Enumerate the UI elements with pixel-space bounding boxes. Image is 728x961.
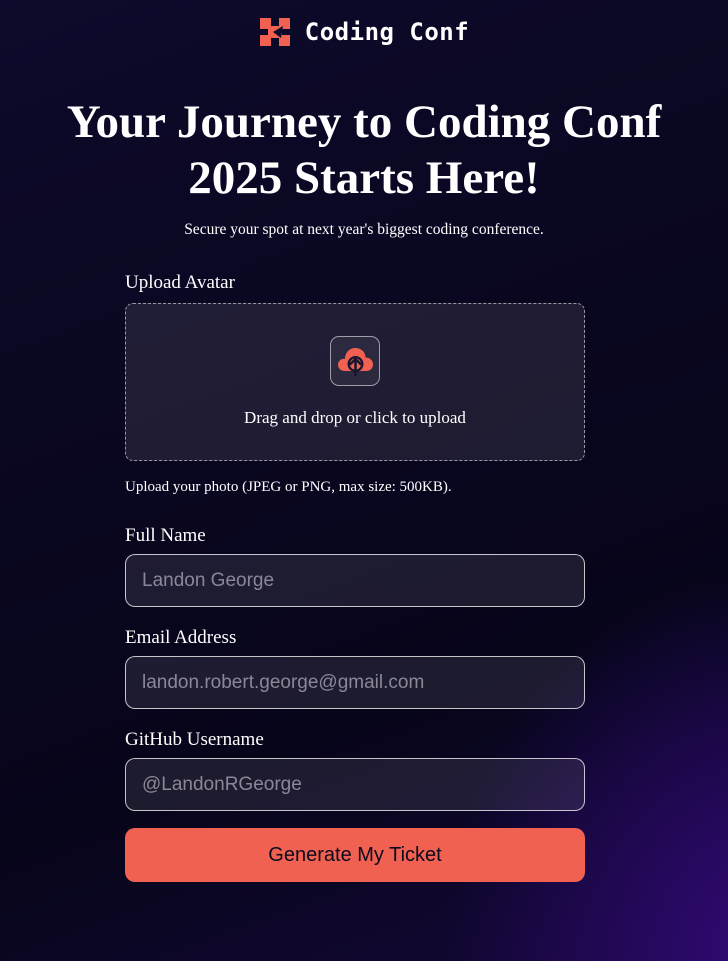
coding-conf-logo-icon [259, 18, 290, 46]
email-input[interactable] [125, 656, 585, 709]
github-label: GitHub Username [125, 729, 264, 750]
full-name-input[interactable] [125, 554, 585, 607]
dropzone-text: Drag and drop or click to upload [244, 408, 466, 427]
brand-name: Coding Conf [304, 18, 470, 46]
github-username-input[interactable] [125, 758, 585, 811]
page-subtitle: Secure your spot at next year's biggest … [184, 221, 544, 238]
generate-ticket-button[interactable]: Generate My Ticket [125, 828, 585, 882]
avatar-dropzone[interactable]: Drag and drop or click to upload [125, 303, 585, 461]
page-title: Your Journey to Coding Conf 2025 Starts … [66, 96, 662, 204]
upload-avatar-label: Upload Avatar [125, 272, 235, 293]
ticket-form: Upload Avatar Drag and drop or click to … [125, 270, 585, 882]
cloud-upload-icon [338, 348, 373, 377]
upload-button[interactable] [330, 336, 380, 386]
email-label: Email Address [125, 627, 237, 648]
upload-hint: Upload your photo (JPEG or PNG, max size… [125, 479, 452, 495]
full-name-label: Full Name [125, 525, 206, 546]
site-header: Coding Conf [0, 16, 728, 48]
